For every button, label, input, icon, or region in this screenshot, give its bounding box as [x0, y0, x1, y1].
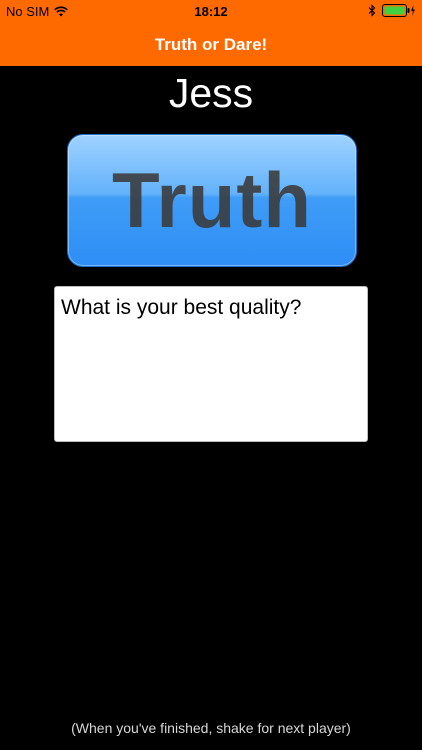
- player-name: Jess: [168, 70, 254, 116]
- status-bar: No SIM 18:12: [0, 0, 422, 24]
- question-textbox[interactable]: What is your best quality?: [54, 286, 368, 442]
- status-right: [368, 4, 416, 17]
- bluetooth-icon: [368, 4, 376, 17]
- top-bar: No SIM 18:12 Truth or Dare!: [0, 0, 422, 66]
- battery-charging-icon: [382, 4, 415, 17]
- truth-button[interactable]: Truth: [67, 134, 357, 267]
- truth-button-label: Truth: [112, 156, 312, 244]
- nav-title: Truth or Dare!: [154, 35, 268, 54]
- shake-hint: (When you've finished, shake for next pl…: [71, 720, 351, 736]
- question-text: What is your best quality?: [61, 296, 302, 319]
- status-time: 18:12: [194, 4, 228, 19]
- app-screen: No SIM 18:12 Truth or Dare! Jess Truth W…: [0, 0, 422, 750]
